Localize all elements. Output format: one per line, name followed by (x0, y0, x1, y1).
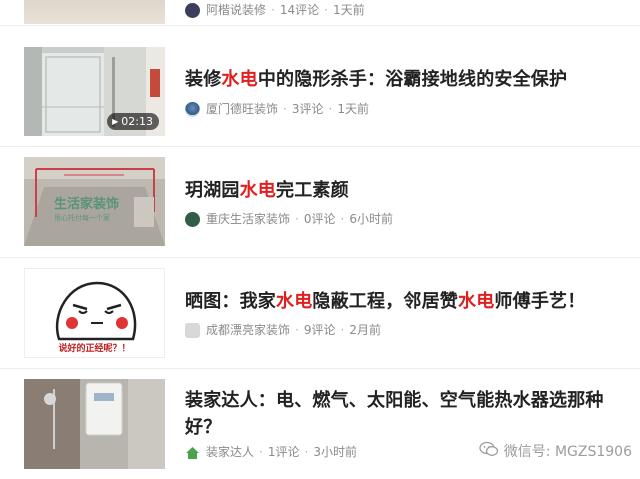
video-duration-badge: ▶ 02:13 (107, 113, 159, 130)
author-name[interactable]: 装家达人 (206, 444, 254, 460)
article-meta: 阿楷说装修 · 14评论 · 1天前 (185, 2, 365, 18)
article-title[interactable]: 晒图：我家水电隐蔽工程，邻居赞水电师傅手艺！ (185, 288, 615, 315)
article-thumbnail[interactable]: ▶ 02:13 (24, 47, 165, 136)
list-item[interactable]: 说好的正经呢？！ 晒图：我家水电隐蔽工程，邻居赞水电师傅手艺！ 成都漂亮家装饰 … (0, 258, 640, 369)
article-thumbnail[interactable]: 说好的正经呢？！ (24, 268, 165, 358)
article-meta: 厦门德旺装饰 · 3评论 · 1天前 (185, 101, 369, 117)
article-title[interactable]: 装修水电中的隐形杀手：浴霸接地线的安全保护 (185, 66, 615, 93)
article-title[interactable]: 装家达人：电、燃气、太阳能、空气能热水器选那种好？ (185, 387, 615, 441)
article-meta: 成都漂亮家装饰 · 9评论 · 2月前 (185, 322, 381, 338)
article-thumbnail[interactable] (24, 0, 165, 24)
publish-time: 3小时前 (313, 445, 357, 459)
list-item[interactable]: 装家达人：电、燃气、太阳能、空气能热水器选那种好？ 装家达人 · 1评论 · 3… (0, 369, 640, 479)
publish-time: 1天前 (332, 3, 365, 17)
author-name[interactable]: 阿楷说装修 (206, 2, 266, 18)
author-avatar[interactable] (185, 211, 200, 227)
comment-count: 0评论 (303, 212, 336, 226)
house-icon (186, 446, 199, 459)
author-avatar[interactable] (185, 101, 200, 117)
author-name[interactable]: 重庆生活家装饰 (206, 211, 290, 227)
list-item[interactable]: 阿楷说装修 · 14评论 · 1天前 (0, 0, 640, 26)
play-icon: ▶ (112, 117, 119, 126)
author-name[interactable]: 成都漂亮家装饰 (206, 322, 290, 338)
article-title[interactable]: 玥湖园水电完工素颜 (185, 177, 615, 204)
publish-time: 2月前 (349, 323, 381, 337)
article-thumbnail[interactable] (24, 379, 165, 469)
comment-count: 14评论 (279, 3, 320, 17)
author-avatar[interactable] (185, 2, 200, 18)
comment-count: 1评论 (267, 445, 300, 459)
publish-time: 1天前 (337, 102, 369, 116)
publish-time: 6小时前 (349, 212, 393, 226)
article-thumbnail[interactable]: 生活家装饰 用心托付每一个家 (24, 157, 165, 246)
wechat-watermark: 微信号: MGZS1906 (479, 441, 632, 461)
article-meta: 重庆生活家装饰 · 0评论 · 6小时前 (185, 211, 393, 227)
list-item[interactable]: ▶ 02:13 装修水电中的隐形杀手：浴霸接地线的安全保护 厦门德旺装饰 · 3… (0, 37, 640, 147)
water-heater-photo (24, 379, 165, 469)
article-feed: 阿楷说装修 · 14评论 · 1天前 ▶ 02:13 装修水电中的隐形杀手：浴霸… (0, 0, 640, 477)
comment-count: 9评论 (303, 323, 336, 337)
list-item[interactable]: 生活家装饰 用心托付每一个家 玥湖园水电完工素颜 重庆生活家装饰 · 0评论 ·… (0, 147, 640, 258)
article-meta: 装家达人 · 1评论 · 3小时前 (185, 444, 357, 460)
thumbnail-watermark: 生活家装饰 用心托付每一个家 (54, 197, 120, 222)
thumbnail-caption: 说好的正经呢？！ (58, 344, 131, 354)
wechat-icon (479, 441, 499, 461)
wechat-id-text: 微信号: MGZS1906 (503, 444, 632, 460)
comment-count: 3评论 (291, 102, 324, 116)
author-name[interactable]: 厦门德旺装饰 (206, 101, 278, 117)
author-avatar[interactable] (185, 322, 200, 338)
author-avatar[interactable] (185, 444, 200, 460)
